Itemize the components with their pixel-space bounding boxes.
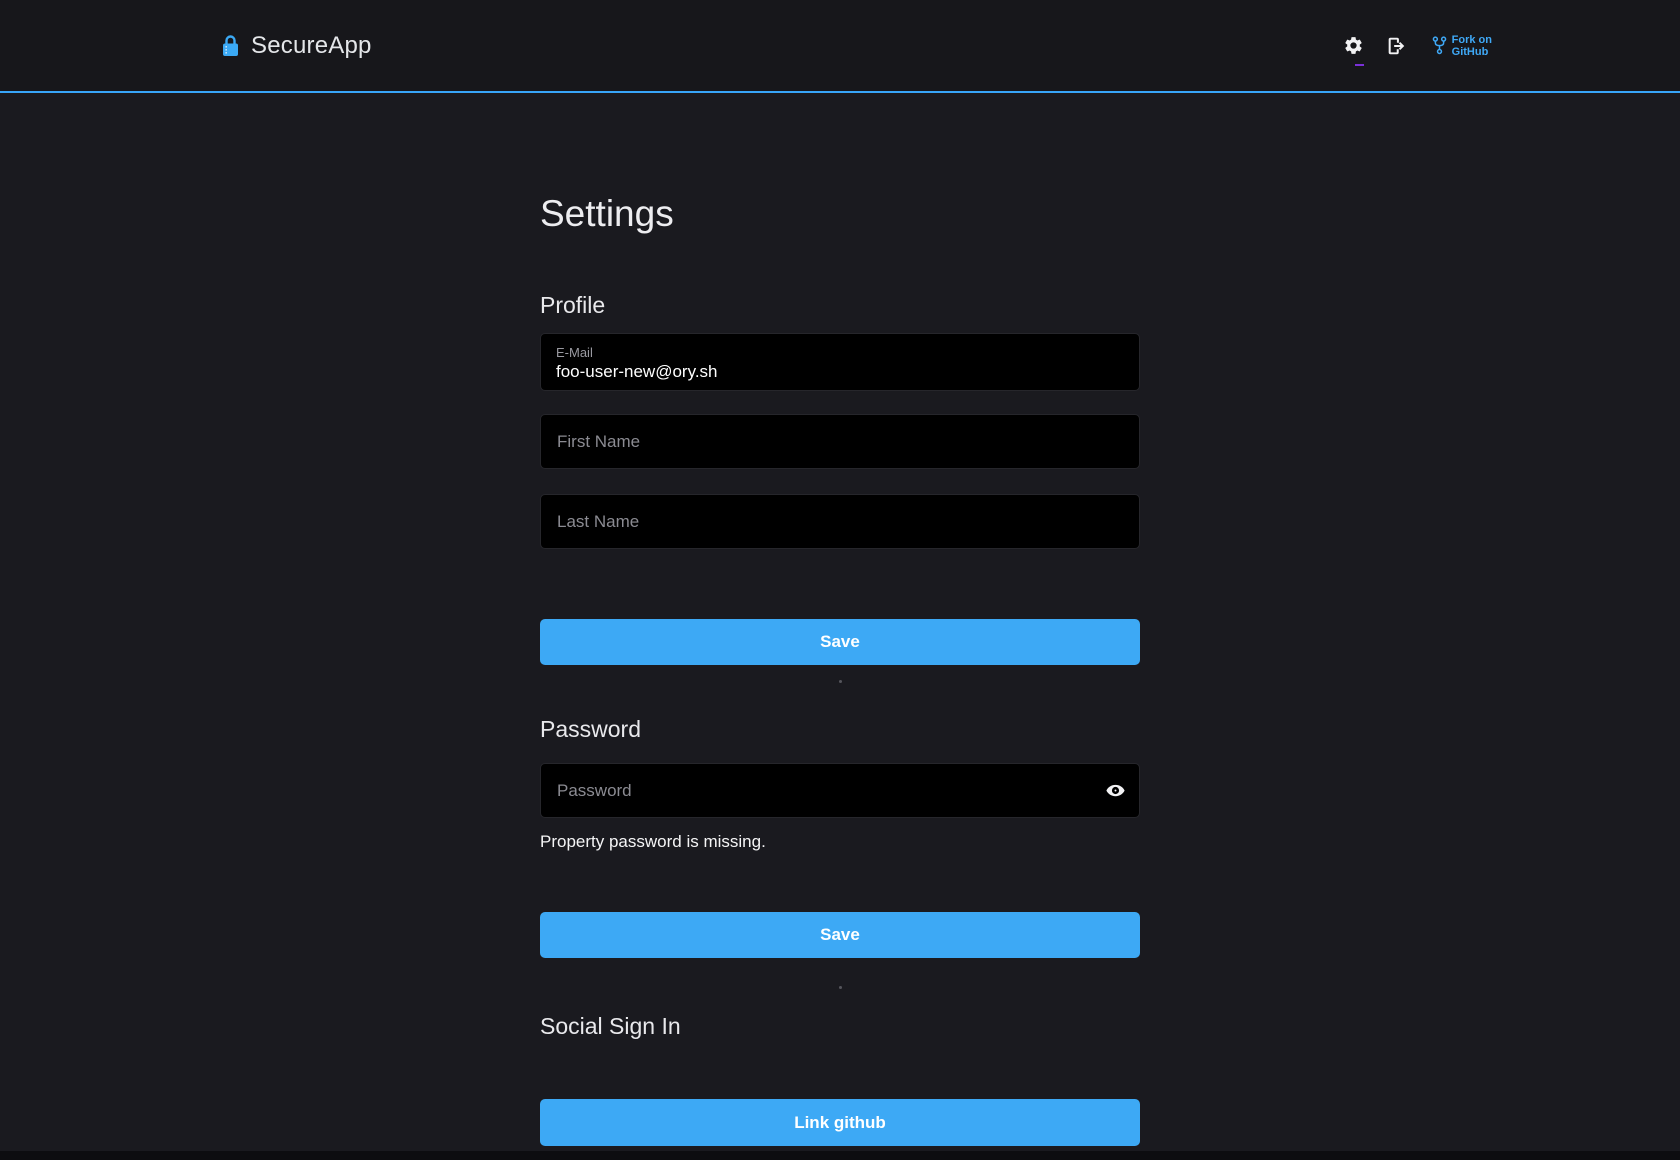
password-section-heading: Password <box>540 714 1140 744</box>
email-field[interactable]: E-Mail <box>540 333 1140 391</box>
password-error-message: Property password is missing. <box>540 831 1140 853</box>
email-input[interactable] <box>556 361 1124 383</box>
profile-save-button[interactable]: Save <box>540 619 1140 665</box>
separator-dot <box>839 680 842 683</box>
password-visibility-toggle[interactable] <box>1104 780 1126 802</box>
fork-on-github-link[interactable]: Fork on GitHub <box>1432 34 1492 58</box>
first-name-input[interactable] <box>540 414 1140 469</box>
app-title: SecureApp <box>251 32 372 60</box>
link-github-button[interactable]: Link github <box>540 1099 1140 1146</box>
password-input[interactable] <box>540 763 1140 818</box>
eye-icon <box>1105 780 1126 801</box>
separator-dot <box>839 986 842 989</box>
lock-icon <box>222 35 239 57</box>
fork-on-github-label: Fork on GitHub <box>1452 34 1492 58</box>
social-section-heading: Social Sign In <box>540 1011 1140 1041</box>
page-title: Settings <box>540 93 1140 238</box>
email-field-label: E-Mail <box>556 344 1124 361</box>
last-name-input[interactable] <box>540 494 1140 549</box>
app-logo[interactable]: SecureApp <box>222 32 372 60</box>
app-header: SecureApp <box>0 0 1680 93</box>
profile-section-heading: Profile <box>540 290 1140 320</box>
logout-door-icon <box>1385 35 1407 57</box>
settings-content: Settings Profile E-Mail Save Password <box>540 93 1140 1146</box>
logout-button[interactable] <box>1384 34 1408 58</box>
password-save-button[interactable]: Save <box>540 912 1140 958</box>
header-actions: Fork on GitHub <box>1342 34 1492 58</box>
git-fork-icon <box>1432 36 1447 55</box>
password-field <box>540 763 1140 818</box>
page-bottom-strip <box>0 1151 1680 1160</box>
gear-icon <box>1343 35 1364 56</box>
settings-gear-button[interactable] <box>1342 34 1366 58</box>
settings-page: SecureApp <box>0 0 1680 1160</box>
gear-underline <box>1355 64 1364 66</box>
